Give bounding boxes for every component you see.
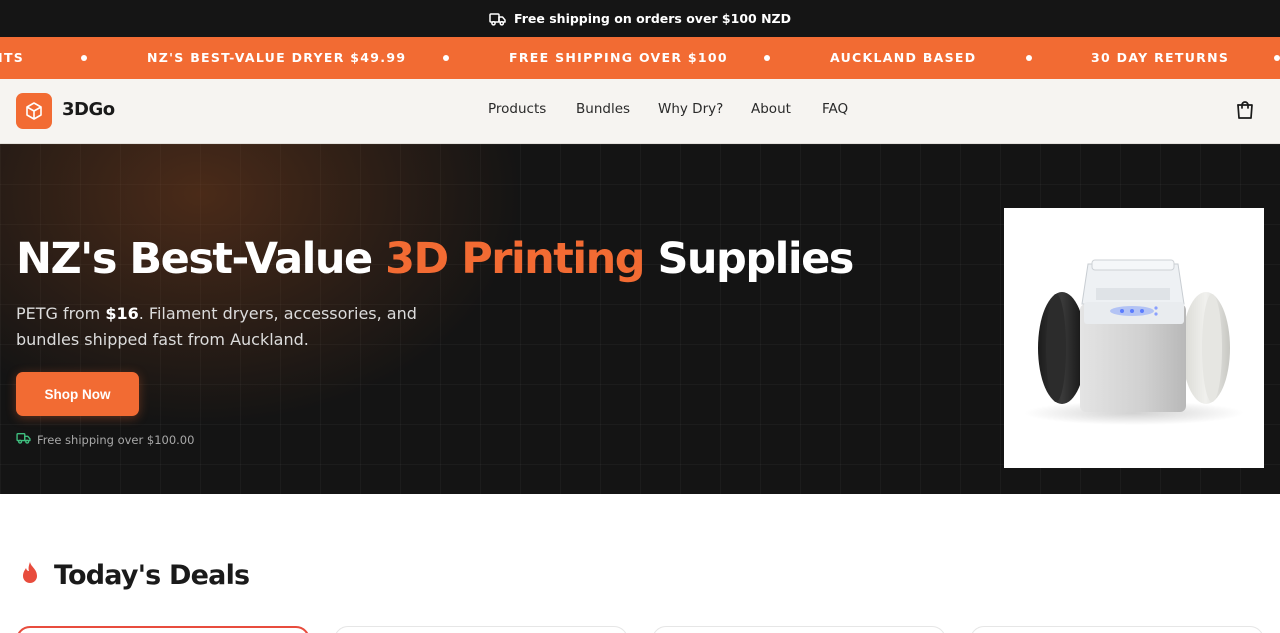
marquee-item: FREE SHIPPING OVER $100 — [509, 50, 728, 65]
deal-card[interactable] — [334, 626, 628, 633]
marquee-dot — [443, 55, 449, 61]
hero-product-image — [1004, 208, 1264, 468]
nav-faq[interactable]: FAQ — [822, 101, 848, 117]
brand-name[interactable]: 3DGo — [62, 99, 115, 120]
nav-why-dry[interactable]: Why Dry? — [658, 101, 723, 117]
marquee-item: ITS — [0, 50, 25, 65]
hero-title-part1: NZ's Best-Value — [16, 234, 386, 284]
announcement-text: Free shipping on orders over $100 NZD — [514, 11, 791, 26]
marquee-dot — [1026, 55, 1032, 61]
marquee-item: NZ'S BEST-VALUE DRYER $49.99 — [147, 50, 407, 65]
shopping-bag-icon[interactable] — [1234, 99, 1256, 121]
truck-icon — [16, 432, 31, 447]
nav-about[interactable]: About — [751, 101, 791, 117]
deal-card[interactable] — [652, 626, 946, 633]
hero-title: NZ's Best-Value 3D Printing Supplies — [16, 234, 854, 284]
announcement-bar: Free shipping on orders over $100 NZD — [0, 0, 1280, 37]
filament-dryer-illustration — [1024, 259, 1244, 425]
flame-icon — [18, 561, 42, 591]
deal-card[interactable] — [16, 626, 310, 633]
site-header: 3DGo Products Bundles Why Dry? About FAQ — [0, 79, 1280, 144]
nav-bundles[interactable]: Bundles — [576, 101, 630, 117]
cube-logo-icon[interactable] — [16, 93, 52, 129]
shipping-note-text: Free shipping over $100.00 — [37, 432, 195, 447]
deal-card[interactable] — [970, 626, 1264, 633]
marquee-dot — [764, 55, 770, 61]
hero-sub-prefix: PETG from — [16, 304, 106, 323]
truck-icon — [489, 12, 506, 26]
hero-title-accent: 3D Printing — [385, 234, 645, 284]
promo-marquee: ITS NZ'S BEST-VALUE DRYER $49.99 FREE SH… — [0, 37, 1280, 79]
deals-header: Today's Deals — [18, 560, 250, 591]
hero-subtitle: PETG from $16. Filament dryers, accessor… — [16, 301, 436, 353]
marquee-item: 30 DAY RETURNS — [1091, 50, 1230, 65]
nav-products[interactable]: Products — [488, 101, 546, 117]
shipping-note: Free shipping over $100.00 — [16, 432, 194, 447]
marquee-dot — [1274, 55, 1280, 61]
marquee-dot — [81, 55, 87, 61]
marquee-item: AUCKLAND BASED — [830, 50, 977, 65]
hero-section: NZ's Best-Value 3D Printing Supplies PET… — [0, 144, 1280, 494]
shop-now-button[interactable]: Shop Now — [16, 372, 139, 416]
hero-sub-price: $16 — [105, 304, 139, 323]
deals-title: Today's Deals — [54, 560, 250, 591]
hero-title-part2: Supplies — [643, 234, 854, 284]
